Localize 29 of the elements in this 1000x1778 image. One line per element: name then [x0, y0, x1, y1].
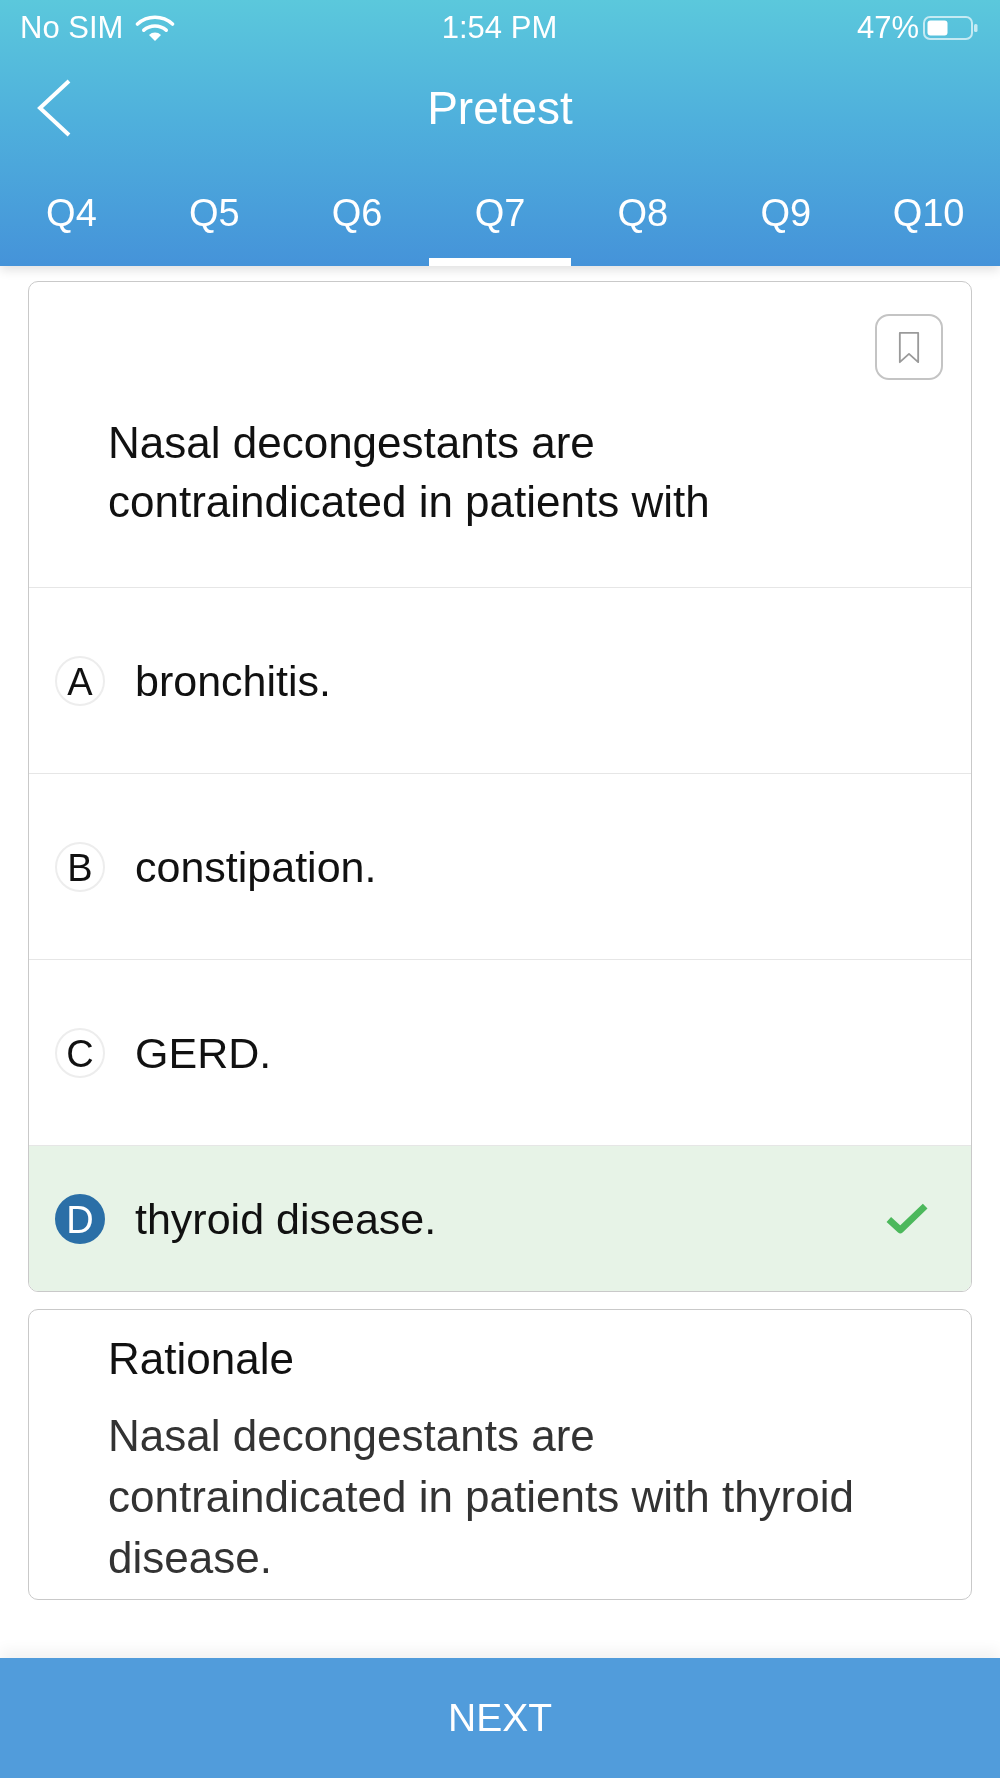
option-letter: D — [55, 1193, 105, 1244]
question-tab[interactable]: Q4 — [0, 160, 143, 266]
page-title: Pretest — [427, 80, 573, 136]
bookmark-icon — [898, 330, 920, 364]
answer-option[interactable]: D thyroid disease. — [29, 1145, 971, 1291]
question-tab[interactable]: Q6 — [285, 160, 429, 266]
option-letter: B — [55, 841, 105, 892]
carrier-label: No SIM — [20, 9, 124, 46]
rationale-text: Nasal decongestants are contraindicated in patients with thyroid disease. — [108, 1410, 855, 1584]
question-text: Nasal decongestants are contraindicated in patients with — [108, 417, 711, 528]
option-text: GERD. — [135, 1027, 272, 1079]
question-tab[interactable]: Q5 — [142, 160, 286, 266]
wifi-icon — [135, 14, 176, 41]
battery-percent: 47% — [856, 9, 919, 46]
option-letter: A — [55, 655, 105, 706]
bookmark-button[interactable] — [875, 314, 943, 380]
option-text: bronchitis. — [135, 655, 331, 707]
question-tab[interactable]: Q9 — [714, 160, 858, 266]
next-button[interactable]: NEXT — [0, 1658, 1000, 1778]
option-text: constipation. — [135, 841, 377, 893]
battery-icon — [923, 15, 979, 40]
question-tab[interactable]: Q7 — [428, 160, 572, 266]
back-icon[interactable] — [36, 78, 72, 137]
option-text: thyroid disease. — [135, 1193, 437, 1245]
clock-time: 1:54 PM — [441, 9, 558, 46]
rationale-title: Rationale — [108, 1333, 295, 1385]
question-tab[interactable]: Q8 — [571, 160, 715, 266]
option-letter: C — [55, 1027, 105, 1078]
question-tab[interactable]: Q10 — [857, 160, 1000, 266]
